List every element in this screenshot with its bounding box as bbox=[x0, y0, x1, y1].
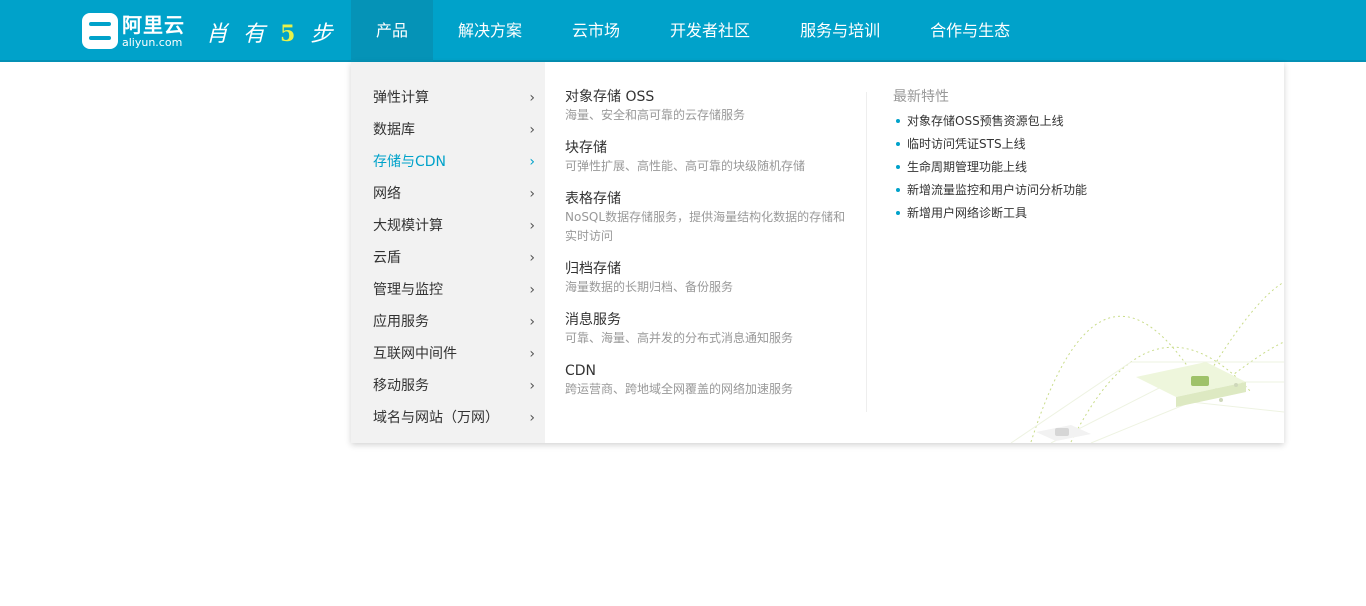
logo-name: 阿里云 bbox=[122, 12, 185, 37]
chevron-right-icon: › bbox=[529, 282, 535, 298]
category-label: 云盾 bbox=[373, 250, 401, 266]
category-item[interactable]: 数据库 › bbox=[351, 114, 545, 146]
feature-link[interactable]: 新增用户网络诊断工具 bbox=[893, 202, 1233, 225]
product-description: 海量数据的长期归档、备份服务 bbox=[565, 280, 734, 294]
logo-domain: aliyun.com bbox=[122, 35, 183, 49]
chevron-right-icon: › bbox=[529, 410, 535, 426]
category-item[interactable]: 大规模计算 › bbox=[351, 210, 545, 242]
product-name[interactable]: CDN bbox=[565, 362, 855, 380]
category-item[interactable]: 移动服务 › bbox=[351, 370, 545, 402]
category-label: 弹性计算 bbox=[373, 90, 429, 106]
product-description: 可靠、海量、高并发的分布式消息通知服务 bbox=[565, 331, 794, 345]
product-item[interactable]: 归档存储海量数据的长期归档、备份服务 bbox=[565, 260, 855, 297]
column-divider bbox=[866, 92, 867, 412]
chevron-right-icon: › bbox=[529, 250, 535, 266]
bullet-icon bbox=[896, 142, 900, 146]
product-item[interactable]: 块存储可弹性扩展、高性能、高可靠的块级随机存储 bbox=[565, 139, 855, 176]
feature-text: 临时访问凭证STS上线 bbox=[907, 137, 1026, 151]
category-label: 移动服务 bbox=[373, 378, 429, 394]
chevron-right-icon: › bbox=[529, 154, 535, 170]
product-name[interactable]: 表格存储 bbox=[565, 190, 855, 208]
chevron-right-icon: › bbox=[529, 314, 535, 330]
product-description: 海量、安全和高可靠的云存储服务 bbox=[565, 108, 746, 122]
feature-link[interactable]: 对象存储OSS预售资源包上线 bbox=[893, 110, 1233, 133]
feature-text: 新增用户网络诊断工具 bbox=[907, 206, 1028, 220]
category-item[interactable]: 存储与CDN › bbox=[351, 146, 545, 178]
feature-text: 新增流量监控和用户访问分析功能 bbox=[907, 183, 1088, 197]
category-label: 应用服务 bbox=[373, 314, 429, 330]
category-label: 互联网中间件 bbox=[373, 346, 457, 362]
latest-features: 最新特性 对象存储OSS预售资源包上线 临时访问凭证STS上线 生命周期管理功能上线… bbox=[893, 88, 1233, 225]
chevron-right-icon: › bbox=[529, 122, 535, 138]
product-description: 可弹性扩展、高性能、高可靠的块级随机存储 bbox=[565, 159, 806, 173]
nav-item-5[interactable]: 合作与生态 bbox=[905, 0, 1035, 62]
product-item[interactable]: CDN 跨运营商、跨地域全网覆盖的网络加速服务 bbox=[565, 362, 855, 399]
bullet-icon bbox=[896, 165, 900, 169]
feature-text: 生命周期管理功能上线 bbox=[907, 160, 1028, 174]
category-item[interactable]: 域名与网站（万网） › bbox=[351, 402, 545, 434]
feature-text: 对象存储OSS预售资源包上线 bbox=[907, 114, 1064, 128]
product-item[interactable]: 消息服务可靠、海量、高并发的分布式消息通知服务 bbox=[565, 311, 855, 348]
slogan-prefix: 肖 有 bbox=[206, 22, 269, 47]
logo-text: 阿里云 aliyun.com bbox=[122, 15, 185, 48]
cloud-network-illustration bbox=[1010, 281, 1284, 443]
product-description: NoSQL数据存储服务，提供海量结构化数据的存储和实时访问 bbox=[565, 210, 846, 243]
nav-item-4[interactable]: 服务与培训 bbox=[775, 0, 905, 62]
category-menu: 弹性计算 › 数据库 › 存储与CDN › 网络 › 大规模计算 › 云盾 › 管理与监控 › 应用服务 › 互… bbox=[351, 62, 545, 443]
feature-link[interactable]: 新增流量监控和用户访问分析功能 bbox=[893, 179, 1233, 202]
category-item[interactable]: 云盾 › bbox=[351, 242, 545, 274]
nav-item-0[interactable]: 产品 bbox=[351, 0, 434, 62]
feature-link[interactable]: 生命周期管理功能上线 bbox=[893, 156, 1233, 179]
slogan-number: 5 bbox=[280, 21, 300, 47]
chevron-right-icon: › bbox=[529, 218, 535, 234]
product-name[interactable]: 消息服务 bbox=[565, 311, 855, 329]
category-item[interactable]: 管理与监控 › bbox=[351, 274, 545, 306]
chevron-right-icon: › bbox=[529, 90, 535, 106]
slogan: 肖 有 5 步 bbox=[206, 16, 336, 48]
slogan-suffix: 步 bbox=[310, 22, 337, 47]
aliyun-logo-icon bbox=[82, 13, 118, 49]
nav-item-3[interactable]: 开发者社区 bbox=[645, 0, 775, 62]
nav-item-2[interactable]: 云市场 bbox=[547, 0, 645, 62]
product-list: 对象存储 OSS 海量、安全和高可靠的云存储服务块存储可弹性扩展、高性能、高可靠的… bbox=[565, 88, 855, 413]
chevron-right-icon: › bbox=[529, 378, 535, 394]
top-navigation-bar: 阿里云 aliyun.com 肖 有 5 步 产品 解决方案 云市场 开发者社区 服务与… bbox=[0, 0, 1366, 62]
feature-link[interactable]: 临时访问凭证STS上线 bbox=[893, 133, 1233, 156]
category-label: 网络 bbox=[373, 186, 401, 202]
category-label: 域名与网站（万网） bbox=[373, 410, 499, 426]
bullet-icon bbox=[896, 119, 900, 123]
bullet-icon bbox=[896, 211, 900, 215]
features-list: 对象存储OSS预售资源包上线 临时访问凭证STS上线 生命周期管理功能上线新增流量监… bbox=[893, 110, 1233, 225]
aliyun-logo[interactable]: 阿里云 aliyun.com bbox=[82, 13, 185, 49]
category-item[interactable]: 网络 › bbox=[351, 178, 545, 210]
product-name[interactable]: 对象存储 OSS bbox=[565, 88, 855, 106]
chevron-right-icon: › bbox=[529, 186, 535, 202]
product-item[interactable]: 表格存储 NoSQL数据存储服务，提供海量结构化数据的存储和实时访问 bbox=[565, 190, 855, 246]
category-label: 数据库 bbox=[373, 122, 415, 138]
category-item[interactable]: 弹性计算 › bbox=[351, 82, 545, 114]
category-label: 管理与监控 bbox=[373, 282, 443, 298]
main-nav: 产品 解决方案 云市场 开发者社区 服务与培训 合作与生态 bbox=[351, 0, 1035, 62]
nav-item-1[interactable]: 解决方案 bbox=[433, 0, 547, 62]
product-description: 跨运营商、跨地域全网覆盖的网络加速服务 bbox=[565, 382, 794, 396]
category-label: 存储与CDN bbox=[373, 154, 447, 170]
product-name[interactable]: 块存储 bbox=[565, 139, 855, 157]
category-item[interactable]: 应用服务 › bbox=[351, 306, 545, 338]
category-item[interactable]: 互联网中间件 › bbox=[351, 338, 545, 370]
features-title: 最新特性 bbox=[893, 89, 949, 105]
chevron-right-icon: › bbox=[529, 346, 535, 362]
product-name[interactable]: 归档存储 bbox=[565, 260, 855, 278]
products-dropdown: 弹性计算 › 数据库 › 存储与CDN › 网络 › 大规模计算 › 云盾 › 管理与监控 › 应用服务 › 互… bbox=[351, 62, 1284, 443]
bullet-icon bbox=[896, 188, 900, 192]
category-label: 大规模计算 bbox=[373, 218, 443, 234]
product-item[interactable]: 对象存储 OSS 海量、安全和高可靠的云存储服务 bbox=[565, 88, 855, 125]
